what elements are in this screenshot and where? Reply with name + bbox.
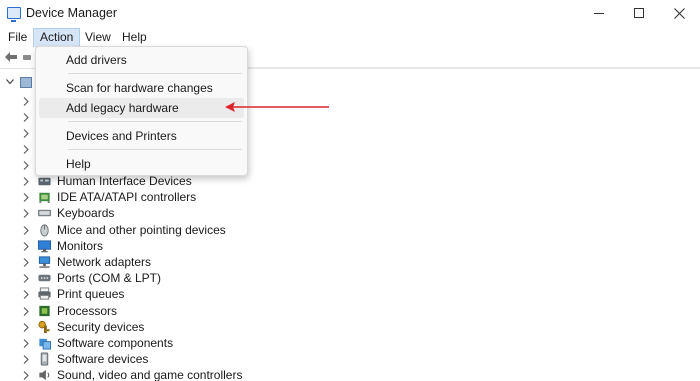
tree-category-label: Sound, video and game controllers <box>57 368 243 381</box>
tree-category-row[interactable]: Security devices <box>0 319 400 335</box>
tree-category-row[interactable]: Print queues <box>0 286 400 302</box>
chevron-right-icon[interactable] <box>23 129 29 138</box>
menu-item-add-legacy-hardware[interactable]: Add legacy hardware <box>39 98 244 118</box>
tree-category-row[interactable]: Processors <box>0 303 400 319</box>
tree-category-row[interactable]: Software components <box>0 335 400 351</box>
menu-separator <box>68 149 242 150</box>
menu-item-help[interactable]: Help <box>39 154 244 174</box>
sound-icon <box>39 370 50 381</box>
tree-category-row[interactable]: Sound, video and game controllers <box>0 367 400 381</box>
monitor-icon <box>37 240 52 253</box>
chevron-right-icon[interactable] <box>23 258 29 267</box>
chevron-right-icon[interactable] <box>23 225 29 235</box>
chevron-right-icon[interactable] <box>23 161 29 170</box>
menu-help[interactable]: Help <box>116 28 153 47</box>
device-manager-icon <box>7 7 21 22</box>
tree-category-row[interactable]: Ports (COM & LPT) <box>0 270 400 286</box>
tree-category-label: Keyboards <box>57 206 115 221</box>
tree-category-label: Print queues <box>57 287 125 302</box>
chevron-right-icon[interactable] <box>23 274 29 284</box>
annotation-arrow-icon <box>225 102 329 112</box>
title-bar: Device Manager <box>0 0 700 26</box>
tree-category-label: Software components <box>57 336 174 350</box>
keyboard-icon <box>37 210 52 217</box>
tree-category-row[interactable]: Software devices <box>0 351 400 367</box>
menu-separator <box>68 121 242 122</box>
tree-category-label: IDE ATA/ATAPI controllers <box>57 190 197 205</box>
tree-category-label: Processors <box>57 303 118 318</box>
chevron-right-icon[interactable] <box>23 339 29 348</box>
processor-icon <box>39 305 50 316</box>
close-icon <box>673 7 685 19</box>
chevron-right-icon[interactable] <box>23 209 29 219</box>
ide-controller-icon <box>39 192 50 204</box>
tree-category-label: Mice and other pointing devices <box>57 222 226 237</box>
chevron-right-icon[interactable] <box>23 241 29 251</box>
tree-category-label: Monitors <box>57 238 104 253</box>
chevron-right-icon[interactable] <box>23 306 29 316</box>
tree-category-row[interactable]: Keyboards <box>0 205 400 221</box>
back-arrow-icon[interactable] <box>4 51 18 63</box>
forward-arrow-icon[interactable] <box>23 55 31 60</box>
network-adapter-icon <box>38 256 51 269</box>
chevron-right-icon[interactable] <box>23 322 29 332</box>
chevron-right-icon[interactable] <box>23 97 29 106</box>
chevron-right-icon[interactable] <box>23 290 29 300</box>
computer-icon <box>20 77 32 88</box>
tree-category-label: Ports (COM & LPT) <box>57 271 162 286</box>
chevron-right-icon[interactable] <box>23 355 29 365</box>
printer-icon <box>38 287 51 300</box>
minimize-icon <box>594 12 604 14</box>
security-key-icon <box>38 320 50 333</box>
chevron-right-icon[interactable] <box>23 177 29 186</box>
menu-action[interactable]: Action <box>33 28 81 47</box>
menu-separator <box>68 73 242 74</box>
software-component-icon <box>39 338 52 350</box>
toolbar-divider <box>248 67 700 69</box>
tree-category-row[interactable]: IDE ATA/ATAPI controllers <box>0 189 400 205</box>
tree-category-label: Network adapters <box>57 255 152 269</box>
tree-category-label: Software devices <box>57 352 149 367</box>
port-icon <box>38 274 51 282</box>
menu-item-scan-hardware[interactable]: Scan for hardware changes <box>39 78 244 98</box>
chevron-down-icon[interactable] <box>6 79 14 85</box>
tree-category-label: Security devices <box>57 319 145 334</box>
action-menu-dropdown: Add drivers Scan for hardware changes Ad… <box>35 46 248 176</box>
tree-category-row[interactable]: Network adapters <box>0 254 400 270</box>
tree-category-row[interactable]: Monitors <box>0 238 400 254</box>
menu-item-devices-and-printers[interactable]: Devices and Printers <box>39 126 244 146</box>
mouse-icon <box>40 223 49 237</box>
maximize-icon <box>634 8 644 18</box>
hid-icon <box>38 177 51 186</box>
menu-item-add-drivers[interactable]: Add drivers <box>39 50 244 70</box>
chevron-right-icon[interactable] <box>23 371 29 381</box>
menu-view[interactable]: View <box>79 28 117 47</box>
window-title: Device Manager <box>26 6 118 20</box>
tree-category-row[interactable]: Mice and other pointing devices <box>0 222 400 238</box>
chevron-right-icon[interactable] <box>23 113 29 122</box>
close-button[interactable] <box>656 0 700 26</box>
chevron-right-icon[interactable] <box>23 193 29 203</box>
software-device-icon <box>40 352 49 366</box>
menu-bar: File Action View Help <box>0 26 700 47</box>
chevron-right-icon[interactable] <box>23 145 29 154</box>
menu-file[interactable]: File <box>2 28 33 47</box>
